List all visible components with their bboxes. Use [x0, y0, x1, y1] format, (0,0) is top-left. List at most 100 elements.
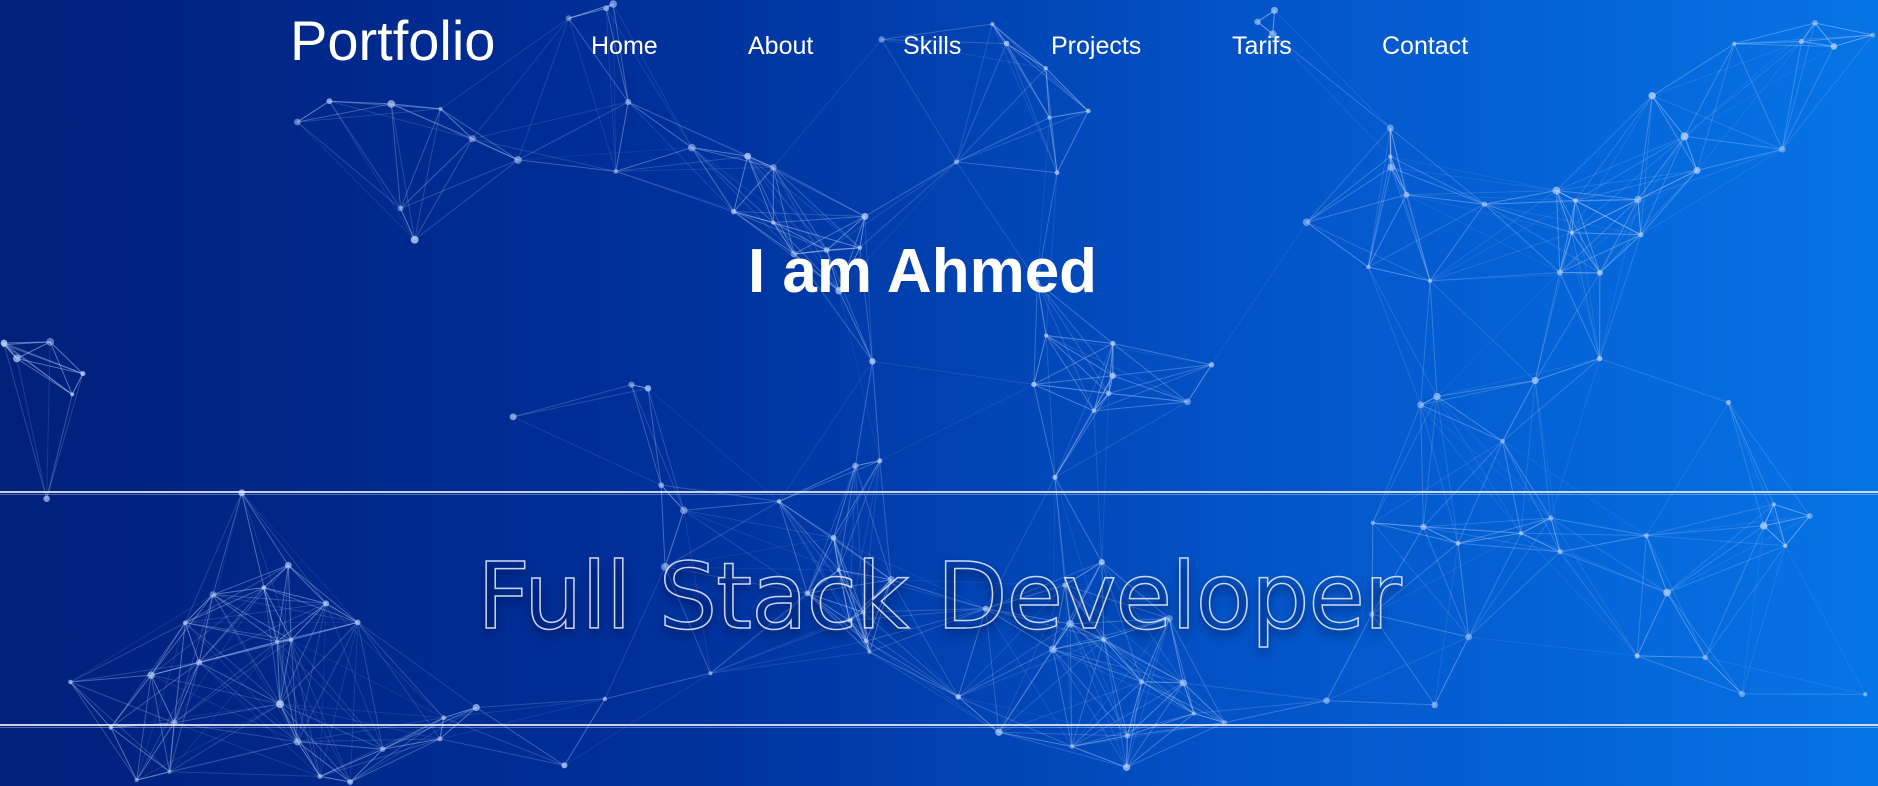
- network-line: [747, 155, 866, 217]
- nav-link-about[interactable]: About: [748, 32, 813, 61]
- network-line: [1326, 700, 1435, 706]
- network-line: [1183, 682, 1327, 702]
- network-line: [1436, 396, 1459, 544]
- network-node: [1109, 372, 1116, 379]
- network-line: [400, 159, 519, 209]
- network-line: [1390, 156, 1485, 205]
- network-line: [833, 465, 856, 538]
- nav-link-contact[interactable]: Contact: [1382, 32, 1468, 61]
- network-node: [1531, 376, 1539, 385]
- network-node: [1054, 170, 1060, 176]
- network-node: [990, 21, 995, 27]
- network-line: [691, 147, 735, 212]
- network-line: [3, 341, 51, 344]
- network-line: [568, 7, 607, 19]
- network-node: [1069, 744, 1075, 749]
- network-line: [1093, 410, 1103, 563]
- network-line: [1420, 404, 1459, 544]
- network-line: [615, 101, 629, 172]
- network-node: [1548, 515, 1554, 521]
- network-line: [1054, 401, 1188, 478]
- network-node: [830, 534, 837, 541]
- network-node: [1725, 399, 1732, 406]
- network-node: [1044, 333, 1049, 338]
- network-node: [1105, 390, 1112, 397]
- network-line: [472, 138, 616, 172]
- network-node: [1680, 132, 1689, 141]
- network-line: [1727, 402, 1775, 505]
- network-node: [317, 773, 323, 779]
- network-line: [564, 672, 711, 766]
- network-node: [326, 98, 333, 105]
- network-line: [1071, 746, 1127, 768]
- network-node: [1778, 145, 1786, 153]
- network-line: [517, 147, 692, 161]
- network-line: [778, 361, 873, 502]
- network-node: [1431, 701, 1438, 709]
- network-line: [1640, 170, 1698, 236]
- network-line: [1420, 380, 1536, 406]
- network-node: [877, 458, 883, 464]
- network-node: [1702, 654, 1708, 661]
- network-line: [46, 373, 84, 499]
- particle-network-background: [0, 0, 1876, 785]
- network-line: [1646, 525, 1764, 537]
- main-nav: Home About Skills Projects Tarifs Contac…: [0, 32, 1878, 66]
- network-line: [173, 641, 278, 724]
- network-line: [855, 460, 880, 467]
- network-line: [854, 361, 873, 466]
- network-node: [708, 671, 713, 676]
- network-node: [1254, 18, 1261, 26]
- network-node: [1403, 191, 1410, 198]
- network-node: [1643, 532, 1649, 539]
- network-node: [1771, 502, 1776, 507]
- network-line: [1101, 393, 1110, 563]
- network-node: [680, 506, 688, 515]
- network-node: [134, 777, 139, 783]
- network-node: [387, 100, 396, 108]
- network-line: [49, 341, 84, 374]
- network-line: [1640, 148, 1783, 236]
- network-node: [1370, 520, 1375, 526]
- network-node: [380, 746, 386, 752]
- network-line: [198, 661, 281, 705]
- nav-link-tarifs[interactable]: Tarifs: [1232, 32, 1292, 61]
- network-node: [613, 169, 619, 174]
- network-line: [604, 672, 711, 700]
- network-node: [1124, 733, 1130, 739]
- network-node: [514, 156, 522, 164]
- network-line: [472, 138, 519, 161]
- network-node: [769, 163, 777, 171]
- network-line: [414, 159, 519, 241]
- network-line: [879, 383, 1035, 462]
- network-line: [1535, 358, 1600, 381]
- network-line: [173, 722, 321, 777]
- network-node: [1863, 692, 1868, 697]
- network-node: [771, 220, 776, 225]
- network-node: [1085, 108, 1091, 114]
- network-node: [1139, 679, 1145, 685]
- network-node: [658, 482, 664, 488]
- network-node: [731, 208, 737, 215]
- network-node: [861, 212, 869, 220]
- network-line: [605, 8, 693, 148]
- nav-link-projects[interactable]: Projects: [1051, 32, 1141, 61]
- nav-link-home[interactable]: Home: [591, 32, 658, 61]
- network-node: [472, 703, 480, 712]
- network-node: [68, 679, 73, 685]
- network-node: [1596, 355, 1603, 362]
- network-line: [872, 360, 1034, 385]
- network-node: [1648, 92, 1656, 100]
- network-node: [438, 106, 443, 112]
- network-node: [43, 495, 50, 502]
- network-node: [1184, 398, 1191, 406]
- nav-link-skills[interactable]: Skills: [903, 32, 961, 61]
- network-line: [1274, 10, 1391, 129]
- network-line: [517, 101, 629, 161]
- network-node: [1052, 474, 1058, 480]
- network-line: [1773, 504, 1786, 546]
- network-node: [687, 143, 696, 152]
- network-line: [627, 101, 693, 148]
- network-line: [1637, 655, 1743, 695]
- network-line: [1054, 410, 1095, 478]
